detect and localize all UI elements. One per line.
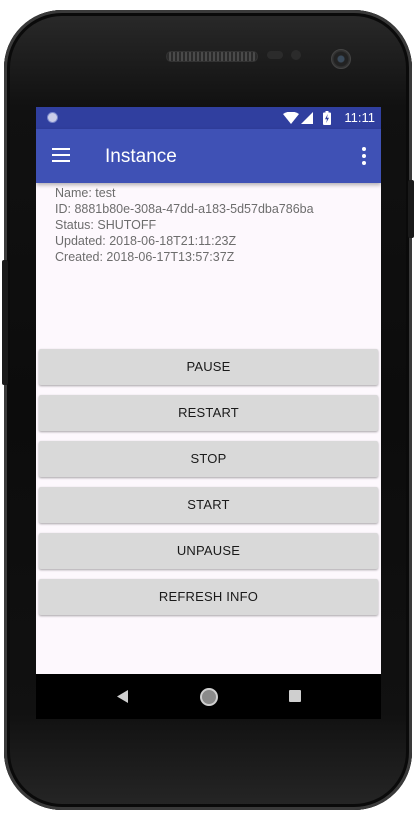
refresh-info-button[interactable]: REFRESH INFO <box>39 579 378 615</box>
status-bar: 11:11 <box>36 107 381 129</box>
proximity-sensor <box>267 51 283 59</box>
more-vert-icon[interactable] <box>361 147 367 165</box>
device-screen: 11:11 Instance Name: test ID: 8881b80e-3… <box>36 107 381 719</box>
notification-icon <box>47 112 58 123</box>
battery-charging-icon <box>323 111 331 125</box>
recent-apps-icon[interactable] <box>289 690 301 702</box>
instance-id: ID: 8881b80e-308a-47dd-a183-5d57dba786ba <box>55 202 314 216</box>
instance-created: Created: 2018-06-17T13:57:37Z <box>55 250 235 264</box>
back-icon[interactable] <box>117 690 129 703</box>
cell-signal-icon <box>301 112 313 124</box>
power-button <box>408 180 414 238</box>
instance-updated: Updated: 2018-06-18T21:11:23Z <box>55 234 237 248</box>
volume-button <box>2 260 8 385</box>
unpause-button[interactable]: UNPAUSE <box>39 533 378 569</box>
status-clock: 11:11 <box>344 110 375 125</box>
home-icon[interactable] <box>200 688 218 706</box>
page-title: Instance <box>105 146 177 167</box>
instance-info: Name: test ID: 8881b80e-308a-47dd-a183-5… <box>55 185 314 265</box>
light-sensor <box>291 50 301 60</box>
hamburger-menu-icon[interactable] <box>52 148 72 164</box>
start-button[interactable]: START <box>39 487 378 523</box>
stop-button[interactable]: STOP <box>39 441 378 477</box>
app-toolbar: Instance <box>36 129 381 183</box>
instance-status: Status: SHUTOFF <box>55 218 157 232</box>
navigation-bar <box>36 674 381 719</box>
earpiece-speaker <box>166 51 258 62</box>
wifi-icon <box>283 112 299 124</box>
instance-name: Name: test <box>55 186 116 200</box>
pause-button[interactable]: PAUSE <box>39 349 378 385</box>
restart-button[interactable]: RESTART <box>39 395 378 431</box>
front-camera-icon <box>331 49 351 69</box>
